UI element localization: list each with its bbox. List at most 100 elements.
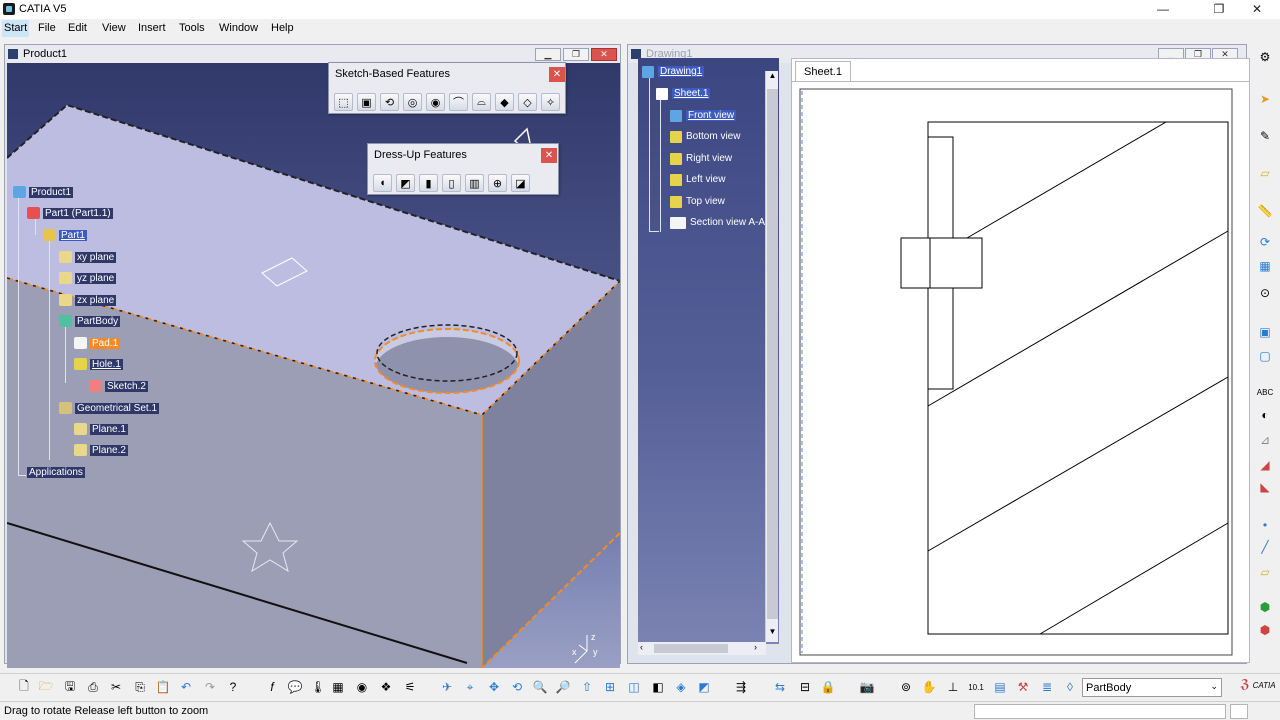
hole-icon[interactable]: ◉ xyxy=(426,93,445,111)
grid-icon[interactable]: ▦ xyxy=(1255,257,1275,275)
tools-palette-icon[interactable]: ⚒ xyxy=(1013,678,1033,696)
removed-multisection-icon[interactable]: ✧ xyxy=(541,93,560,111)
plane-icon[interactable]: ▱ xyxy=(1255,164,1275,182)
stiffener-icon[interactable]: ◆ xyxy=(495,93,514,111)
sphere-icon[interactable]: ◉ xyxy=(352,678,372,696)
hide-show-icon[interactable]: ◈ xyxy=(671,678,691,696)
update-icon[interactable]: ⟳ xyxy=(1255,233,1275,251)
remove-face-icon[interactable]: ◪ xyxy=(511,174,530,192)
menu-edit[interactable]: Edit xyxy=(66,20,89,37)
hscroll-thumb[interactable] xyxy=(654,644,728,653)
shading-icon[interactable]: ◧ xyxy=(648,678,668,696)
drawing-tree-top-view[interactable]: Top view xyxy=(670,194,725,209)
catalog-icon[interactable]: ❖ xyxy=(376,678,396,696)
menu-file[interactable]: File xyxy=(36,20,58,37)
multisection-icon[interactable]: ◇ xyxy=(518,93,537,111)
balloon-icon[interactable]: ◐ xyxy=(1255,406,1275,424)
drawing-tree-bottom-view[interactable]: Bottom view xyxy=(670,129,740,144)
tree-node-plane2[interactable]: Plane.2 xyxy=(74,443,128,457)
sketch-based-features-toolbar[interactable]: Sketch-Based Features ✕ ⬚ ▣ ⟲ ◎ ◉ ⌒ ⌓ ◆ … xyxy=(328,62,566,114)
menu-window[interactable]: Window xyxy=(217,20,260,37)
text-abc-icon[interactable]: ABC xyxy=(1255,383,1275,401)
dressup-toolbar-close-button[interactable]: ✕ xyxy=(541,148,557,163)
drawing-tree-right-view[interactable]: Right view xyxy=(670,151,732,166)
list-icon[interactable]: ≣ xyxy=(1037,678,1057,696)
snap-icon[interactable]: ⊙ xyxy=(1255,284,1275,302)
slot-icon[interactable]: ⌓ xyxy=(472,93,491,111)
view-icon[interactable]: ▣ xyxy=(1255,323,1275,341)
undo-icon[interactable]: ↶ xyxy=(176,678,196,696)
sketch-icon[interactable]: ✎ xyxy=(1255,127,1275,145)
tree-node-hole[interactable]: Hole.1 xyxy=(74,357,123,371)
fly-mode-icon[interactable]: ✈ xyxy=(437,678,457,696)
drawing-tree-section-view[interactable]: Section view A-A xyxy=(670,215,765,230)
command-history-button[interactable] xyxy=(1230,704,1248,719)
product-restore-button[interactable]: ❐ xyxy=(563,48,589,61)
select-arrow-icon[interactable]: ➤ xyxy=(1255,90,1275,108)
rotate-icon[interactable]: ⟲ xyxy=(507,678,527,696)
swap-visible-icon[interactable]: ◩ xyxy=(694,678,714,696)
tree-node-geometrical-set[interactable]: Geometrical Set.1 xyxy=(59,401,160,415)
tree-node-zx-plane[interactable]: zx plane xyxy=(59,293,117,307)
menu-tools[interactable]: Tools xyxy=(177,20,207,37)
thickness-icon[interactable]: ▥ xyxy=(465,174,484,192)
menu-insert[interactable]: Insert xyxy=(136,20,168,37)
draft-icon[interactable]: ▮ xyxy=(419,174,438,192)
print-icon[interactable]: ⎙ xyxy=(83,678,103,696)
shell-icon[interactable]: ▯ xyxy=(442,174,461,192)
drawing-tree-left-view[interactable]: Left view xyxy=(670,172,725,187)
minimize-button[interactable]: — xyxy=(1140,0,1186,19)
zoom-in-icon[interactable]: 🔍 xyxy=(530,678,550,696)
section-icon[interactable]: ⇶ xyxy=(731,678,751,696)
multi-view-icon[interactable]: ⊞ xyxy=(600,678,620,696)
save-icon[interactable]: 🖫 xyxy=(60,678,80,696)
tree-node-part1-instance[interactable]: Part1 (Part1.1) xyxy=(27,206,113,220)
scroll-down-arrow-icon[interactable]: ▼ xyxy=(767,627,778,641)
thermometer-icon[interactable]: 🌡 xyxy=(308,678,328,696)
arrange-icon[interactable]: ⇆ xyxy=(770,678,790,696)
scroll-thumb[interactable] xyxy=(767,89,778,619)
swirl-icon[interactable]: ⊚ xyxy=(896,678,916,696)
product-minimize-button[interactable]: ▁ xyxy=(535,48,561,61)
menu-start[interactable]: Start xyxy=(2,20,30,37)
tree-node-partbody[interactable]: PartBody xyxy=(59,314,121,328)
copy-icon[interactable]: ⎘ xyxy=(130,678,150,696)
pocket-icon[interactable]: ▣ xyxy=(357,93,376,111)
new-file-icon[interactable]: 🗋 xyxy=(14,678,34,696)
tree-node-sketch2[interactable]: Sketch.2 xyxy=(89,379,148,393)
scroll-left-arrow-icon[interactable]: ‹ xyxy=(640,642,643,652)
scroll-right-arrow-icon[interactable]: › xyxy=(754,642,757,652)
axis-system-icon[interactable]: ⊥ xyxy=(943,678,963,696)
groove-icon[interactable]: ◎ xyxy=(403,93,422,111)
edge-fillet-icon[interactable]: ◖ xyxy=(373,174,392,192)
zoom-out-icon[interactable]: 🔎 xyxy=(553,678,573,696)
drawing-sheet-area[interactable]: Sheet.1 xyxy=(791,58,1250,663)
sheet-tab[interactable]: Sheet.1 xyxy=(795,61,851,81)
dress-up-features-toolbar[interactable]: Dress-Up Features ✕ ◖ ◩ ▮ ▯ ▥ ⊕ ◪ xyxy=(367,143,559,195)
tree-node-product1[interactable]: Product1 xyxy=(13,185,74,199)
tree-node-applications[interactable]: Applications xyxy=(27,465,85,479)
tools-icon[interactable]: ⬢ xyxy=(1255,621,1275,639)
symbol-icon[interactable]: ◣ xyxy=(1255,478,1275,496)
weld-icon[interactable]: ◢ xyxy=(1255,456,1275,474)
tree-node-yz-plane[interactable]: yz plane xyxy=(59,271,117,285)
table-icon[interactable]: ▦ xyxy=(328,678,348,696)
tree-node-plane1[interactable]: Plane.1 xyxy=(74,422,128,436)
drawing-tree-sheet[interactable]: Sheet.1 xyxy=(656,86,711,101)
normal-view-icon[interactable]: ⇧ xyxy=(577,678,597,696)
pan-icon[interactable]: ✥ xyxy=(484,678,504,696)
camera-icon[interactable]: 📷 xyxy=(857,678,877,696)
eraser-icon[interactable]: ◊ xyxy=(1060,678,1080,696)
chamfer-icon[interactable]: ◩ xyxy=(396,174,415,192)
sketch-toolbar-close-button[interactable]: ✕ xyxy=(549,67,565,82)
lock-icon[interactable]: 🔒 xyxy=(818,678,838,696)
point-icon[interactable]: • xyxy=(1255,516,1275,534)
line-icon[interactable]: ╱ xyxy=(1255,538,1275,556)
iso-view-icon[interactable]: ◫ xyxy=(624,678,644,696)
measure-icon[interactable]: 📏 xyxy=(1255,202,1275,220)
scroll-up-arrow-icon[interactable]: ▲ xyxy=(767,71,778,85)
redo-icon[interactable]: ↷ xyxy=(200,678,220,696)
product-close-button[interactable]: ✕ xyxy=(591,48,617,61)
constraint-icon[interactable]: ⊟ xyxy=(795,678,815,696)
formula-icon[interactable]: f xyxy=(262,678,282,696)
